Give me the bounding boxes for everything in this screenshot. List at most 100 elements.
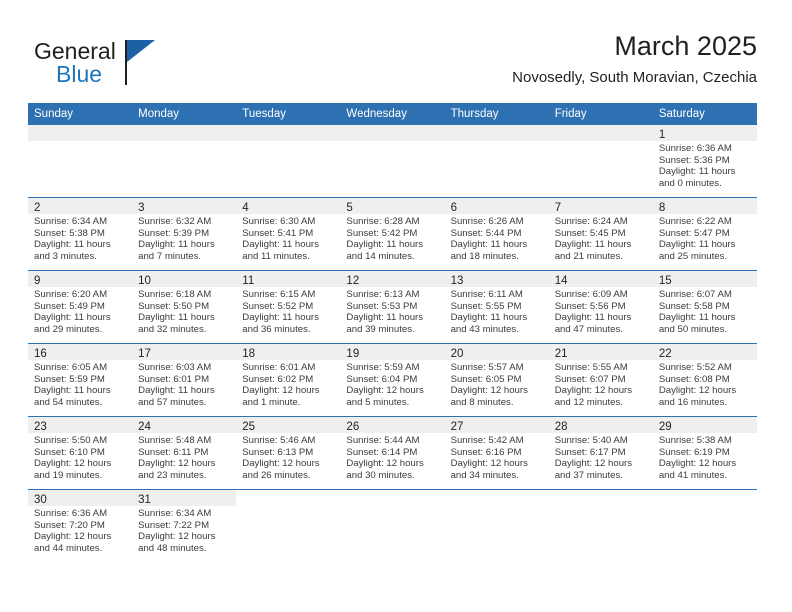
daylight-text-line1: Daylight: 12 hours — [450, 385, 528, 397]
day-number-band: 16 — [28, 344, 133, 360]
sunset-text: Sunset: 6:04 PM — [346, 373, 418, 385]
daylight-text-line1: Daylight: 12 hours — [242, 458, 320, 470]
day-cell[interactable]: 25 Sunrise: 5:46 AM Sunset: 6:13 PM Dayligh… — [236, 417, 341, 489]
day-cell[interactable]: 10 Sunrise: 6:18 AM Sunset: 5:50 PM Dayligh… — [132, 271, 237, 343]
day-details: Sunrise: 5:48 AM Sunset: 6:11 PM Daylight:… — [132, 433, 236, 481]
day-number: 6 — [450, 202, 457, 214]
day-cell[interactable]: 24 Sunrise: 5:48 AM Sunset: 6:11 PM Dayligh… — [132, 417, 237, 489]
daylight-text-line1: Daylight: 12 hours — [138, 531, 216, 543]
day-number-band — [340, 125, 445, 141]
day-details: Sunrise: 5:59 AM Sunset: 6:04 PM Daylight:… — [340, 360, 444, 408]
day-number-band — [236, 125, 341, 141]
daylight-text-line1: Daylight: 11 hours — [554, 239, 632, 251]
day-cell[interactable]: 31 Sunrise: 6:34 AM Sunset: 7:22 PM Dayligh… — [132, 490, 237, 563]
sunrise-text: Sunrise: 5:46 AM — [242, 435, 316, 446]
daylight-text-line2: and 34 minutes. — [450, 469, 519, 481]
daylight-text-line1: Daylight: 11 hours — [138, 239, 215, 251]
day-cell[interactable]: 11 Sunrise: 6:15 AM Sunset: 5:52 PM Dayligh… — [236, 271, 341, 343]
day-cell[interactable]: 16 Sunrise: 6:05 AM Sunset: 5:59 PM Dayligh… — [28, 344, 133, 416]
brand-logo[interactable]: General Blue — [34, 38, 214, 90]
daylight-text-line2: and 44 minutes. — [34, 542, 103, 554]
daylight-text-line2: and 57 minutes. — [138, 396, 207, 408]
calendar-week-row: 30 Sunrise: 6:36 AM Sunset: 7:20 PM Dayligh… — [28, 490, 757, 563]
day-number: 25 — [242, 421, 256, 433]
calendar-week-row: 23 Sunrise: 5:50 AM Sunset: 6:10 PM Dayligh… — [28, 417, 757, 490]
daylight-text-line1: Daylight: 11 hours — [138, 385, 215, 397]
daylight-text-line1: Daylight: 11 hours — [658, 312, 736, 324]
day-cell[interactable]: 28 Sunrise: 5:40 AM Sunset: 6:17 PM Dayligh… — [548, 417, 653, 489]
day-cell[interactable]: 19 Sunrise: 5:59 AM Sunset: 6:04 PM Dayligh… — [340, 344, 445, 416]
day-cell[interactable]: 1 Sunrise: 6:36 AM Sunset: 5:36 PM Daylight… — [652, 125, 757, 197]
sunset-text: Sunset: 5:49 PM — [34, 300, 105, 312]
daylight-text-line1: Daylight: 11 hours — [346, 312, 424, 324]
day-number: 20 — [450, 348, 464, 360]
daylight-text-line1: Daylight: 11 hours — [450, 312, 528, 324]
day-number: 31 — [138, 494, 151, 506]
sunrise-text: Sunrise: 5:48 AM — [138, 435, 212, 446]
day-cell[interactable]: 21 Sunrise: 5:55 AM Sunset: 6:07 PM Dayligh… — [548, 344, 653, 416]
day-cell-empty — [236, 125, 341, 197]
sunrise-text: Sunrise: 5:55 AM — [554, 362, 628, 373]
day-number: 18 — [242, 348, 256, 360]
day-number-band: 6 — [444, 198, 549, 214]
daylight-text-line2: and 19 minutes. — [34, 469, 103, 481]
day-cell[interactable]: 20 Sunrise: 5:57 AM Sunset: 6:05 PM Dayligh… — [444, 344, 549, 416]
sunset-text: Sunset: 6:16 PM — [450, 446, 522, 458]
day-cell[interactable]: 15 Sunrise: 6:07 AM Sunset: 5:58 PM Dayligh… — [652, 271, 757, 343]
day-cell[interactable]: 7 Sunrise: 6:24 AM Sunset: 5:45 PM Daylight… — [548, 198, 653, 270]
day-details: Sunrise: 6:30 AM Sunset: 5:41 PM Daylight:… — [236, 214, 340, 262]
day-cell[interactable]: 23 Sunrise: 5:50 AM Sunset: 6:10 PM Dayligh… — [28, 417, 133, 489]
day-cell[interactable]: 26 Sunrise: 5:44 AM Sunset: 6:14 PM Dayligh… — [340, 417, 445, 489]
day-details: Sunrise: 6:32 AM Sunset: 5:39 PM Daylight:… — [132, 214, 236, 262]
day-cell[interactable]: 8 Sunrise: 6:22 AM Sunset: 5:47 PM Daylight… — [652, 198, 757, 270]
sunset-text: Sunset: 5:52 PM — [242, 300, 314, 312]
daylight-text-line2: and 8 minutes. — [450, 396, 514, 408]
sunset-text: Sunset: 6:01 PM — [138, 373, 210, 385]
day-number-band: 12 — [340, 271, 445, 287]
day-cell[interactable]: 22 Sunrise: 5:52 AM Sunset: 6:08 PM Dayligh… — [652, 344, 757, 416]
page-title: March 2025 — [614, 31, 757, 61]
day-cell[interactable]: 18 Sunrise: 6:01 AM Sunset: 6:02 PM Dayligh… — [236, 344, 341, 416]
sunset-text: Sunset: 5:55 PM — [450, 300, 522, 312]
daylight-text-line2: and 7 minutes. — [138, 250, 202, 262]
sunrise-text: Sunrise: 6:03 AM — [138, 362, 212, 373]
daylight-text-line2: and 11 minutes. — [242, 250, 310, 262]
day-details: Sunrise: 5:46 AM Sunset: 6:13 PM Daylight:… — [236, 433, 340, 481]
weekday-header-row: Sunday Monday Tuesday Wednesday Thursday… — [28, 103, 757, 125]
sunrise-text: Sunrise: 6:22 AM — [658, 216, 732, 227]
daylight-text-line1: Daylight: 12 hours — [450, 458, 528, 470]
day-cell[interactable]: 3 Sunrise: 6:32 AM Sunset: 5:39 PM Daylight… — [132, 198, 237, 270]
day-cell[interactable]: 27 Sunrise: 5:42 AM Sunset: 6:16 PM Dayligh… — [444, 417, 549, 489]
day-cell[interactable]: 12 Sunrise: 6:13 AM Sunset: 5:53 PM Dayligh… — [340, 271, 445, 343]
day-cell[interactable]: 13 Sunrise: 6:11 AM Sunset: 5:55 PM Dayligh… — [444, 271, 549, 343]
day-cell[interactable]: 5 Sunrise: 6:28 AM Sunset: 5:42 PM Daylight… — [340, 198, 445, 270]
day-cell[interactable]: 6 Sunrise: 6:26 AM Sunset: 5:44 PM Daylight… — [444, 198, 549, 270]
day-cell[interactable]: 2 Sunrise: 6:34 AM Sunset: 5:38 PM Daylight… — [28, 198, 133, 270]
calendar-week-row: 16 Sunrise: 6:05 AM Sunset: 5:59 PM Dayligh… — [28, 344, 757, 417]
day-number: 23 — [34, 421, 47, 433]
sunrise-text: Sunrise: 5:52 AM — [658, 362, 732, 373]
sunrise-text: Sunrise: 6:36 AM — [34, 508, 108, 519]
day-number-band: 17 — [132, 344, 237, 360]
day-cell[interactable]: 30 Sunrise: 6:36 AM Sunset: 7:20 PM Dayligh… — [28, 490, 133, 563]
daylight-text-line2: and 16 minutes. — [658, 396, 728, 408]
day-number-band: 26 — [340, 417, 445, 433]
day-number: 30 — [34, 494, 47, 506]
sunset-text: Sunset: 7:20 PM — [34, 519, 105, 531]
daylight-text-line2: and 32 minutes. — [138, 323, 207, 335]
day-details: Sunrise: 6:36 AM Sunset: 5:36 PM Daylight:… — [653, 141, 757, 189]
daylight-text-line1: Daylight: 11 hours — [346, 239, 424, 251]
day-cell-blank — [653, 490, 757, 563]
day-cell[interactable]: 29 Sunrise: 5:38 AM Sunset: 6:19 PM Dayligh… — [652, 417, 757, 489]
day-cell[interactable]: 14 Sunrise: 6:09 AM Sunset: 5:56 PM Dayligh… — [548, 271, 653, 343]
day-cell[interactable]: 9 Sunrise: 6:20 AM Sunset: 5:49 PM Daylight… — [28, 271, 133, 343]
daylight-text-line1: Daylight: 11 hours — [242, 312, 319, 324]
sunset-text: Sunset: 6:14 PM — [346, 446, 418, 458]
day-cell[interactable]: 17 Sunrise: 6:03 AM Sunset: 6:01 PM Dayligh… — [132, 344, 237, 416]
daylight-text-line1: Daylight: 12 hours — [138, 458, 216, 470]
sunrise-text: Sunrise: 6:24 AM — [554, 216, 628, 227]
day-number: 14 — [554, 275, 568, 287]
daylight-text-line1: Daylight: 12 hours — [34, 458, 112, 470]
day-cell[interactable]: 4 Sunrise: 6:30 AM Sunset: 5:41 PM Daylight… — [236, 198, 341, 270]
weekday-saturday: Saturday — [658, 108, 705, 120]
